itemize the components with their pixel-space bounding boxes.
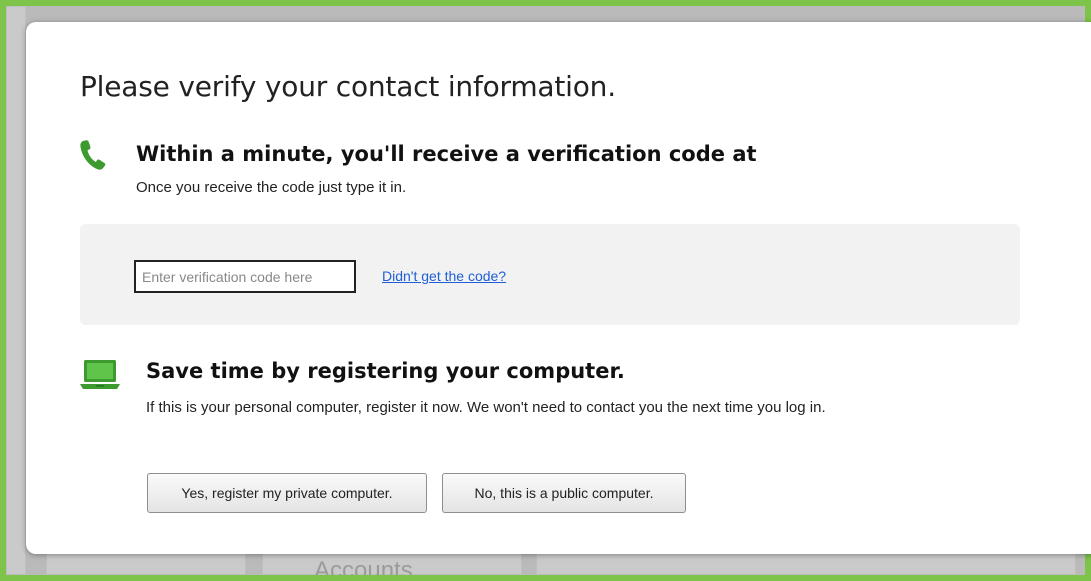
verification-subtext: Once you receive the code just type it i… [136,179,407,196]
laptop-icon [80,358,120,392]
verification-heading: Within a minute, you'll receive a verifi… [136,142,757,166]
background-sidebar [6,6,26,575]
background-accounts-label: Accounts [314,557,413,575]
verification-code-panel: Didn't get the code? [80,224,1020,325]
verification-code-input[interactable] [134,260,356,293]
register-private-computer-button[interactable]: Yes, register my private computer. [147,473,427,513]
phone-icon [78,138,108,172]
public-computer-button[interactable]: No, this is a public computer. [442,473,686,513]
dialog-title: Please verify your contact information. [80,70,616,103]
register-heading: Save time by registering your computer. [146,359,625,383]
verification-dialog: Please verify your contact information. … [26,22,1091,554]
didnt-get-code-link[interactable]: Didn't get the code? [382,268,506,284]
register-subtext: If this is your personal computer, regis… [146,399,826,416]
